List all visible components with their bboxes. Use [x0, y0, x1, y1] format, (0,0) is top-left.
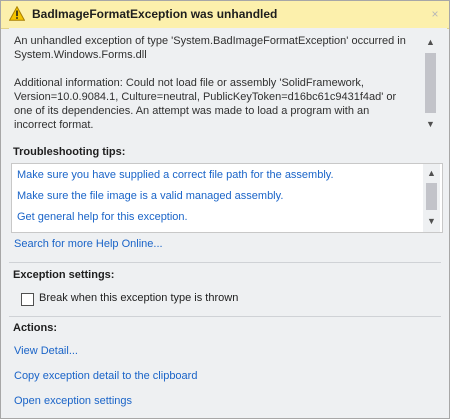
- troubleshooting-heading: Troubleshooting tips:: [13, 146, 126, 158]
- exception-message-area[interactable]: An unhandled exception of type 'System.B…: [9, 28, 447, 138]
- actions-heading: Actions:: [13, 322, 57, 334]
- tip-link-valid-assembly[interactable]: Make sure the file image is a valid mana…: [17, 190, 283, 202]
- exception-message: An unhandled exception of type 'System.B…: [14, 34, 414, 138]
- tips-scroll-thumb[interactable]: [426, 183, 437, 210]
- message-scroll-thumb[interactable]: [425, 53, 436, 113]
- exception-settings-heading: Exception settings:: [13, 269, 115, 281]
- close-icon: ×: [431, 7, 439, 21]
- tips-scrollbar[interactable]: ▲ ▼: [423, 164, 440, 232]
- break-on-exception-checkbox[interactable]: [21, 293, 34, 306]
- tip-link-file-path[interactable]: Make sure you have supplied a correct fi…: [17, 169, 334, 181]
- search-help-online-link[interactable]: Search for more Help Online...: [14, 238, 163, 250]
- view-detail-link[interactable]: View Detail...: [14, 345, 78, 357]
- chevron-up-icon[interactable]: ▲: [423, 165, 440, 182]
- chevron-down-icon[interactable]: ▼: [423, 213, 440, 230]
- troubleshooting-tips-list: Make sure you have supplied a correct fi…: [11, 163, 443, 233]
- divider: [9, 316, 441, 317]
- copy-exception-detail-link[interactable]: Copy exception detail to the clipboard: [14, 370, 197, 382]
- warning-icon: [9, 6, 25, 21]
- break-on-exception-label[interactable]: Break when this exception type is thrown: [39, 292, 238, 304]
- close-button[interactable]: ×: [427, 5, 443, 23]
- divider: [9, 262, 441, 263]
- chevron-down-icon[interactable]: ▼: [422, 116, 439, 133]
- title-bar: BadImageFormatException was unhandled ×: [1, 1, 449, 29]
- tip-link-general-help[interactable]: Get general help for this exception.: [17, 211, 188, 223]
- open-exception-settings-link[interactable]: Open exception settings: [14, 395, 132, 407]
- exception-summary: An unhandled exception of type 'System.B…: [14, 35, 406, 61]
- exception-dialog: BadImageFormatException was unhandled × …: [0, 0, 450, 419]
- additional-information: Additional information: Could not load f…: [14, 77, 397, 131]
- message-scrollbar[interactable]: ▲ ▼: [422, 31, 439, 135]
- chevron-up-icon[interactable]: ▲: [422, 34, 439, 51]
- dialog-title: BadImageFormatException was unhandled: [32, 7, 278, 21]
